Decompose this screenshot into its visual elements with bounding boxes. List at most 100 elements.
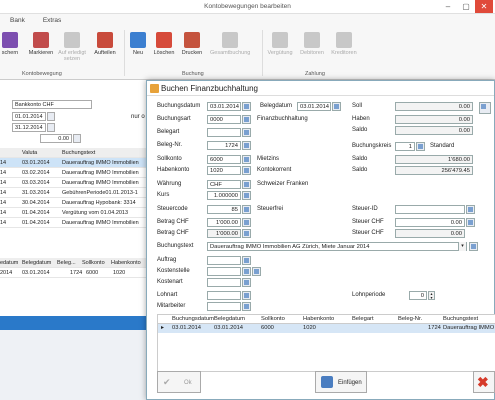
steuerid-field[interactable]: [395, 205, 465, 214]
table-cell: 31.03.2014: [22, 190, 50, 196]
buchungstext-field[interactable]: Dauerauftrag IMMO Immobilien AG Zürich, …: [207, 242, 467, 251]
table-cell: 14: [0, 190, 7, 196]
lookup-icon[interactable]: [242, 205, 251, 214]
ok-button[interactable]: ✔ Ok: [157, 371, 201, 393]
belegart-field[interactable]: [207, 128, 241, 137]
kostenart-field[interactable]: [207, 278, 241, 287]
lookup-icon[interactable]: [242, 267, 251, 276]
debtors-button[interactable]: Debitoren: [298, 32, 326, 56]
kostenstelle-label: Kostenstelle: [157, 268, 190, 274]
lohnperiode-spinner[interactable]: ▴ ▾: [428, 291, 435, 300]
maximize-icon[interactable]: ▢: [457, 0, 475, 13]
total-booking-button[interactable]: Gesamtbuchung: [210, 32, 250, 56]
split-cost-icon[interactable]: [252, 267, 261, 276]
calendar-icon[interactable]: [242, 102, 251, 111]
new-button[interactable]: Neu: [124, 32, 152, 56]
lookup-icon[interactable]: [466, 205, 475, 214]
date-from-field[interactable]: 01.01.2014: [12, 112, 46, 121]
betrag2-label: Betrag CHF: [157, 230, 189, 236]
window-title: Kontobewegungen bearbeiten: [204, 3, 291, 10]
ribbon: schern Markieren Auf erledigt setzen Auf…: [0, 26, 495, 80]
kostenstelle-field[interactable]: [207, 267, 241, 276]
buchungsdatum-field[interactable]: 03.01.2014: [207, 102, 241, 111]
buchungskreis-field[interactable]: 1: [395, 142, 415, 151]
calculator-icon[interactable]: [466, 218, 475, 227]
soll-saldo-label: Saldo: [352, 156, 368, 162]
buchungsart-field[interactable]: 0000: [207, 115, 241, 124]
kurs-field[interactable]: 1.000000: [207, 191, 241, 200]
table-cell: Vergütung vom 01.04.2013: [62, 210, 129, 216]
debtors-icon: [304, 32, 320, 48]
split-button[interactable]: Aufteilen: [91, 32, 119, 56]
lookup-icon[interactable]: [242, 302, 251, 311]
creditors-button[interactable]: Kreditoren: [330, 32, 358, 56]
steuerchf-field[interactable]: 0.00: [395, 218, 465, 227]
lohnart-field[interactable]: [207, 291, 241, 300]
calculator-icon[interactable]: [242, 191, 251, 200]
calendar-icon[interactable]: [332, 102, 341, 111]
amount-field[interactable]: 0.00: [40, 134, 72, 143]
total-booking-icon: [222, 32, 238, 48]
calculator-icon[interactable]: [242, 218, 251, 227]
lookup-icon[interactable]: [242, 180, 251, 189]
date-to-field[interactable]: 31.12.2014: [12, 123, 46, 132]
account-field[interactable]: Bankkonto CHF: [12, 100, 92, 109]
mark-button[interactable]: Markieren: [27, 32, 55, 56]
table-row[interactable]: 14 03.03.2014 Dauerauftrag IMMO Immobilien: [0, 178, 150, 188]
table-row[interactable]: 14 30.04.2014 Dauerauftrag Hypobank: 3314: [0, 198, 150, 208]
table-row[interactable]: 14 03.01.2014 Dauerauftrag IMMO Immobilien: [0, 158, 150, 168]
sollkonto-field[interactable]: 6000: [207, 155, 241, 164]
calculator-icon[interactable]: [73, 134, 81, 143]
auftrag-label: Auftrag: [157, 257, 177, 263]
betrag2-field[interactable]: 1'000.00: [207, 229, 241, 238]
row-pointer-icon: ▸: [161, 325, 164, 331]
table-row[interactable]: 2014 03.01.2014 1724 6000 1020: [0, 268, 150, 278]
table-row[interactable]: 14 03.02.2014 Dauerauftrag IMMO Immobilien: [0, 168, 150, 178]
table-cell: Dauerauftrag IMMO Immobilien: [62, 170, 139, 176]
calendar-icon[interactable]: [47, 123, 55, 132]
table-cell: 03.03.2014: [22, 180, 50, 186]
calendar-icon[interactable]: [47, 112, 55, 121]
save-button[interactable]: schern: [0, 32, 24, 56]
number-icon[interactable]: [242, 141, 251, 150]
waehrung-field[interactable]: CHF: [207, 180, 241, 189]
text-lookup-icon[interactable]: [469, 242, 478, 251]
steuerchf2-field[interactable]: 0.00: [395, 229, 465, 238]
lookup-icon[interactable]: [242, 155, 251, 164]
tab-bank[interactable]: Bank: [10, 17, 25, 24]
steuercode-field[interactable]: 85: [207, 205, 241, 214]
betrag-field[interactable]: 1'000.00: [207, 218, 241, 227]
mitarbeiter-field[interactable]: [207, 302, 241, 311]
table-row[interactable]: 14 31.03.2014 GebührenPeriode01.01.2013-1: [0, 188, 150, 198]
lookup-icon[interactable]: [242, 115, 251, 124]
set-done-button[interactable]: Auf erledigt setzen: [58, 32, 86, 62]
payment-button[interactable]: Vergütung: [266, 32, 294, 56]
table-row[interactable]: ▸ 03.01.2014 03.01.2014 6000 1020 1724 D…: [158, 324, 495, 333]
lookup-icon[interactable]: [416, 142, 425, 151]
close-icon: ✖: [477, 374, 489, 390]
lookup-icon[interactable]: [242, 256, 251, 265]
chevron-down-icon[interactable]: ▾: [458, 242, 466, 251]
table-row[interactable]: 14 01.04.2014 Vergütung vom 01.04.2013: [0, 208, 150, 218]
table-row[interactable]: 14 01.04.2014 Dauerauftrag IMMO Immobilien: [0, 218, 150, 228]
lookup-icon[interactable]: [242, 128, 251, 137]
habenkonto-field[interactable]: 1020: [207, 166, 241, 175]
insert-button[interactable]: Einfügen: [315, 371, 367, 393]
lookup-icon[interactable]: [242, 278, 251, 287]
delete-button[interactable]: Löschen: [150, 32, 178, 56]
lohnperiode-field[interactable]: 0: [409, 291, 427, 300]
lookup-icon[interactable]: [242, 166, 251, 175]
kurs-label: Kurs: [157, 192, 170, 198]
cancel-button[interactable]: ✖: [473, 371, 495, 393]
auftrag-field[interactable]: [207, 256, 241, 265]
belegnr-field[interactable]: 1724: [207, 141, 241, 150]
tab-extras[interactable]: Extras: [43, 17, 61, 24]
calculator-icon[interactable]: [242, 229, 251, 238]
belegdatum-field[interactable]: 03.01.2014: [297, 102, 331, 111]
print-button[interactable]: Drucken: [178, 32, 206, 56]
lookup-icon[interactable]: [242, 291, 251, 300]
refresh-icon[interactable]: [479, 102, 491, 114]
minimize-icon[interactable]: –: [439, 0, 457, 13]
close-icon[interactable]: ✕: [475, 0, 493, 13]
habenkonto-label: Habenkonto: [157, 167, 190, 173]
